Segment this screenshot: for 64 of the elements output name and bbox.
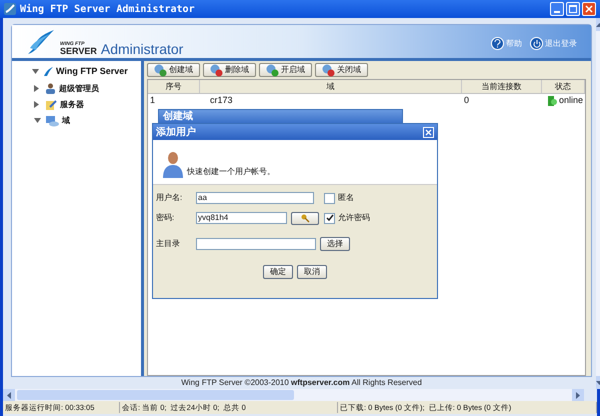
checkbox-label: 允许密码 bbox=[338, 212, 370, 224]
dialog-title: 创建域 bbox=[163, 110, 193, 123]
checkbox[interactable] bbox=[324, 212, 335, 224]
close-button[interactable] bbox=[423, 126, 434, 138]
expand-caret-icon[interactable] bbox=[32, 69, 40, 74]
toolbar-button[interactable]: 创建域 bbox=[147, 63, 200, 77]
password-field[interactable]: yvq81h4 bbox=[196, 212, 287, 224]
tree-item[interactable]: 超级管理员 bbox=[59, 82, 99, 94]
column-header[interactable]: 域 bbox=[200, 80, 462, 93]
globe-icon bbox=[210, 64, 223, 76]
help-icon bbox=[494, 39, 502, 48]
minimize-button[interactable] bbox=[550, 2, 564, 16]
footer-text: Wing FTP Server ©2003-2010 wftpserver.com All Rights Reserved bbox=[180, 377, 423, 389]
close-icon bbox=[585, 5, 593, 13]
globe-icon bbox=[266, 64, 279, 76]
field-label: 主目录 bbox=[156, 238, 181, 250]
avatar-icon bbox=[163, 150, 183, 178]
toolbar-button[interactable]: 开启域 bbox=[259, 63, 312, 77]
person-icon bbox=[45, 83, 56, 94]
checkbox[interactable] bbox=[324, 192, 335, 204]
key-icon bbox=[300, 214, 310, 222]
wing-icon bbox=[43, 67, 53, 76]
column-header[interactable]: 状态 bbox=[542, 80, 586, 93]
browse-button[interactable]: 选择 bbox=[320, 237, 350, 251]
globe-icon bbox=[154, 64, 167, 76]
field-label: 用户名: bbox=[156, 192, 184, 204]
window-title: Wing FTP Server Administrator bbox=[20, 2, 196, 16]
maximize-button[interactable] bbox=[566, 2, 580, 16]
network-icon bbox=[45, 114, 59, 126]
logo-text: SERVER bbox=[60, 47, 97, 56]
checkbox-label: 匿名 bbox=[338, 192, 354, 204]
horizontal-scrollbar[interactable] bbox=[3, 389, 584, 401]
scroll-right-icon bbox=[576, 392, 580, 398]
tree-item[interactable]: 服务器 bbox=[60, 98, 84, 110]
home-directory-field[interactable] bbox=[196, 238, 316, 250]
username-field[interactable]: aa bbox=[196, 192, 314, 204]
tree-item[interactable]: 域 bbox=[62, 114, 70, 126]
table-cell-text: cr173 bbox=[210, 94, 233, 108]
logo-icon bbox=[26, 28, 56, 56]
expand-caret-icon[interactable] bbox=[34, 118, 42, 123]
generate-button[interactable] bbox=[291, 212, 319, 224]
tree-item[interactable]: Wing FTP Server bbox=[56, 65, 128, 78]
close-button[interactable] bbox=[582, 2, 596, 16]
table-cell-text: online bbox=[559, 94, 584, 108]
scroll-left-icon bbox=[7, 392, 11, 398]
toolbar-button[interactable]: 删除域 bbox=[203, 63, 256, 77]
maximize-icon bbox=[569, 5, 577, 13]
column-header[interactable]: 当前连接数 bbox=[462, 80, 542, 93]
ok-button[interactable]: 确定 bbox=[263, 265, 293, 279]
toolbar-button[interactable]: 关闭域 bbox=[315, 63, 368, 77]
globe-icon bbox=[322, 64, 335, 76]
power-icon bbox=[532, 40, 541, 48]
close-icon bbox=[425, 128, 432, 136]
field-label: 密码: bbox=[156, 212, 176, 224]
minimize-icon bbox=[554, 11, 560, 13]
notepad-icon bbox=[45, 98, 57, 110]
intro-text: 快速创建一个用户帐号。 bbox=[187, 166, 275, 178]
table-cell-text: 0 bbox=[464, 94, 470, 108]
app-icon bbox=[4, 3, 16, 15]
product-title: Administrator bbox=[100, 42, 184, 56]
dialog-title: 添加用户 bbox=[156, 125, 196, 140]
cancel-button[interactable]: 取消 bbox=[297, 265, 327, 279]
column-header[interactable]: 序号 bbox=[148, 80, 200, 93]
table-cell-text: 1 bbox=[150, 94, 156, 108]
